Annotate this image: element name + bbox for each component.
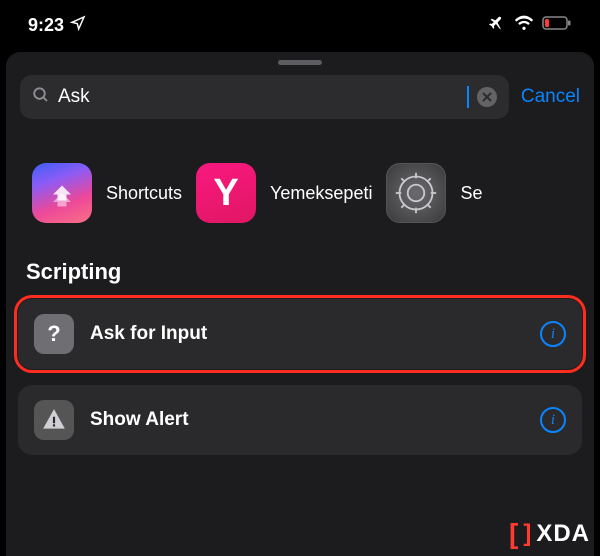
app-settings[interactable]: Se: [386, 163, 482, 223]
yemeksepeti-icon: Y: [196, 163, 256, 223]
cancel-button[interactable]: Cancel: [521, 86, 580, 108]
xda-text: XDA: [536, 520, 590, 548]
section-title: Scripting: [6, 253, 594, 299]
app-yemeksepeti[interactable]: Y Yemeksepeti: [196, 163, 372, 223]
status-left: 9:23: [28, 15, 86, 36]
action-label: Ask for Input: [90, 323, 524, 345]
xda-watermark: [ ] XDA: [509, 518, 590, 550]
sheet-grabber[interactable]: [278, 60, 322, 65]
status-bar: 9:23: [0, 0, 600, 44]
action-label: Show Alert: [90, 409, 524, 431]
clear-search-button[interactable]: [477, 87, 497, 107]
search-icon: [32, 86, 50, 109]
shortcuts-icon: [32, 163, 92, 223]
location-icon: [70, 15, 86, 36]
question-icon: ?: [34, 314, 74, 354]
battery-low-icon: [542, 16, 572, 35]
search-row: Cancel: [6, 75, 594, 129]
wifi-icon: [514, 15, 534, 35]
info-button[interactable]: i: [540, 321, 566, 347]
app-label: Shortcuts: [106, 183, 182, 204]
settings-icon: [386, 163, 446, 223]
search-text-wrapper[interactable]: [58, 86, 469, 108]
text-cursor: [467, 86, 469, 108]
status-time: 9:23: [28, 15, 64, 36]
search-field[interactable]: [20, 75, 509, 119]
search-input[interactable]: [58, 86, 467, 108]
app-label: Se: [460, 183, 482, 204]
airplane-icon: [488, 14, 506, 37]
action-picker-sheet: Cancel Shortcuts Y Yemeksepeti Se Script…: [6, 52, 594, 556]
action-ask-for-input[interactable]: ? Ask for Input i: [18, 299, 582, 369]
action-list: ? Ask for Input i Show Alert i: [6, 299, 594, 455]
bracket-icon: ]: [523, 520, 532, 548]
status-right: [488, 14, 572, 37]
app-label: Yemeksepeti: [270, 183, 372, 204]
action-show-alert[interactable]: Show Alert i: [18, 385, 582, 455]
info-button[interactable]: i: [540, 407, 566, 433]
apps-row[interactable]: Shortcuts Y Yemeksepeti Se: [6, 129, 594, 253]
alert-icon: [34, 400, 74, 440]
bracket-icon: [: [509, 518, 519, 550]
app-shortcuts[interactable]: Shortcuts: [32, 163, 182, 223]
